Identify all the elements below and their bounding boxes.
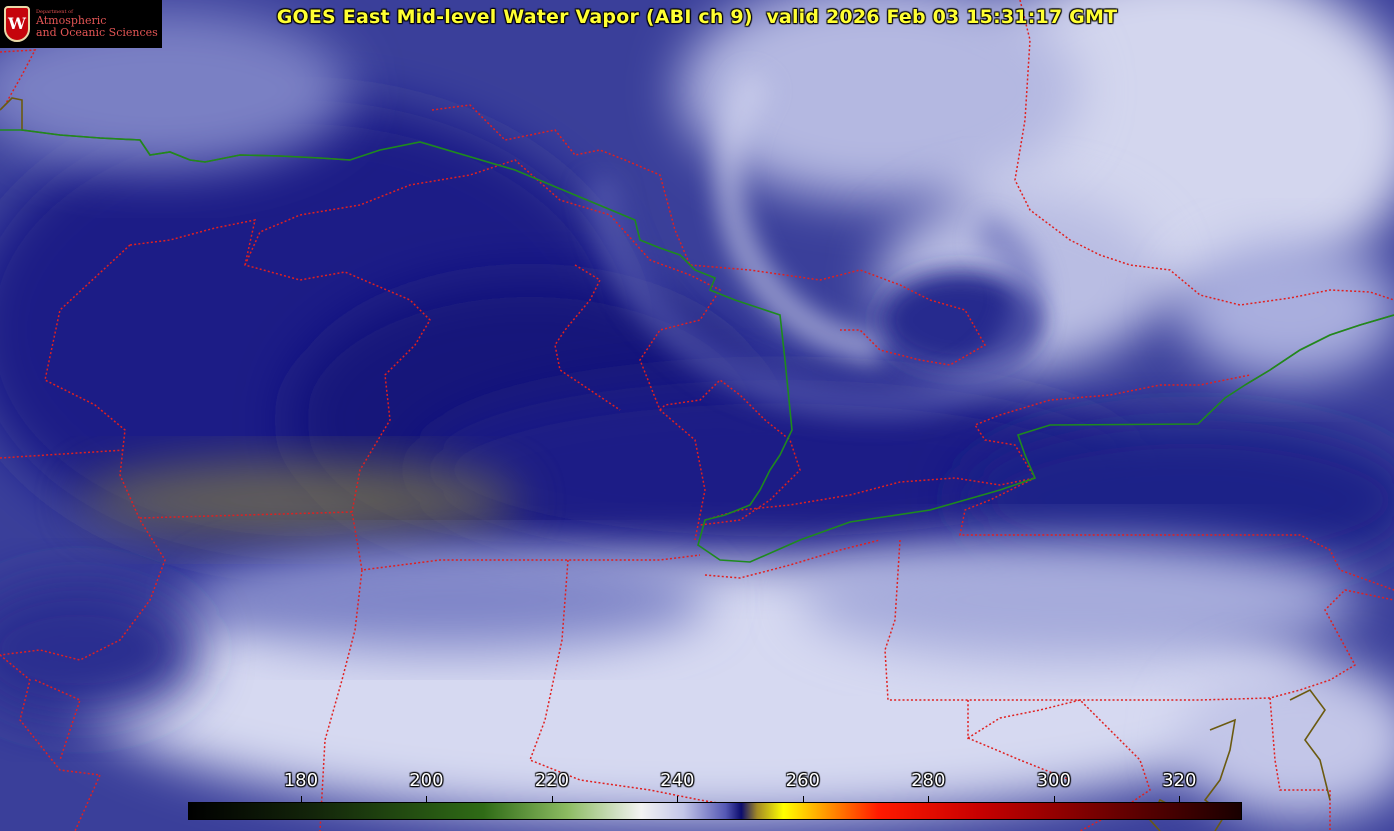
colorbar-tick-label: 220 — [534, 770, 570, 791]
colorbar-tick-label: 180 — [283, 770, 319, 791]
colorbar-tick-mark — [928, 796, 929, 802]
logo-name-line2: and Oceanic Sciences — [36, 25, 158, 39]
colorbar-tick-mark — [552, 796, 553, 802]
vapor-field — [0, 0, 1394, 831]
colorbar-tick-label: 300 — [1036, 770, 1071, 791]
colorbar-tick-label: 240 — [660, 770, 695, 791]
colorbar-tick-mark — [1179, 796, 1180, 802]
colorbar-tick-mark — [1054, 796, 1055, 802]
colorbar-tick-mark — [677, 796, 678, 802]
colorbar-tick-label: 320 — [1162, 770, 1197, 791]
colorbar-tick-mark — [803, 796, 804, 802]
colorbar-tick-mark — [426, 796, 427, 802]
water-vapor-map — [0, 0, 1394, 831]
image-title: GOES East Mid-level Water Vapor (ABI ch … — [276, 6, 1118, 28]
colorbar-tick-label: 260 — [785, 770, 820, 791]
colorbar — [188, 802, 1242, 820]
colorbar-tick-label: 200 — [409, 770, 444, 791]
colorbar-tick-label: 280 — [911, 770, 946, 791]
colorbar-tick-mark — [301, 796, 302, 802]
